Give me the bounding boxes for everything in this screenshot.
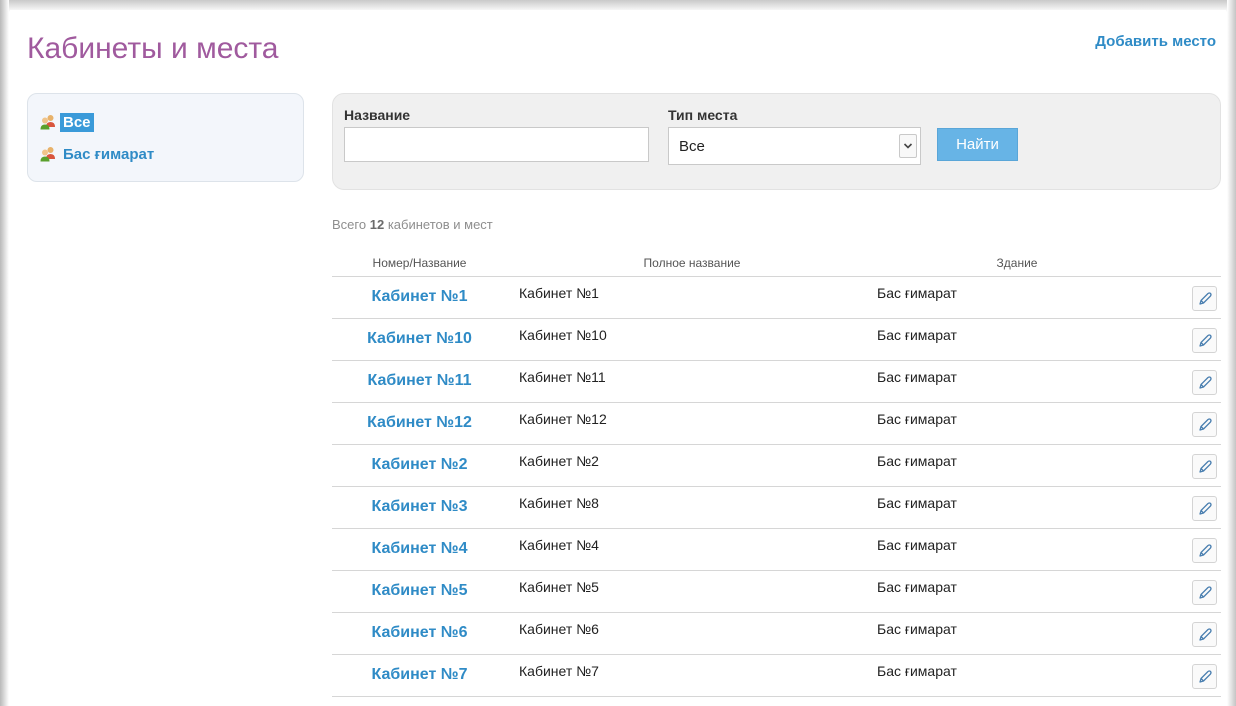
people-icon xyxy=(40,115,55,130)
column-header-building: Здание xyxy=(996,256,1038,270)
place-number-link[interactable]: Кабинет №12 xyxy=(332,414,507,432)
place-building: Бас ғимарат xyxy=(877,663,957,679)
table-row: Кабинет №2 Кабинет №2 Бас ғимарат xyxy=(332,445,1221,487)
filter-panel: Название Тип места Все Найти xyxy=(332,93,1221,190)
place-full-name: Кабинет №1 xyxy=(519,285,599,301)
page-title: Кабинеты и места xyxy=(27,32,279,65)
place-full-name: Кабинет №8 xyxy=(519,495,599,511)
place-building: Бас ғимарат xyxy=(877,369,957,385)
column-header-number: Номер/Название xyxy=(372,256,467,270)
total-count-text: Всего 12 кабинетов и мест xyxy=(332,217,493,232)
sidebar-item-label: Все xyxy=(60,112,94,132)
window-shadow-right xyxy=(1227,0,1236,706)
place-full-name: Кабинет №4 xyxy=(519,537,599,553)
place-number-link[interactable]: Кабинет №6 xyxy=(332,624,507,642)
place-building: Бас ғимарат xyxy=(877,537,957,553)
pencil-icon xyxy=(1198,459,1212,473)
table-row: Кабинет №1 Кабинет №1 Бас ғимарат xyxy=(332,277,1221,319)
name-label: Название xyxy=(344,107,411,123)
edit-button[interactable] xyxy=(1192,664,1217,689)
place-full-name: Кабинет №2 xyxy=(519,453,599,469)
total-count: 12 xyxy=(369,217,385,232)
table-row: Кабинет №11 Кабинет №11 Бас ғимарат xyxy=(332,361,1221,403)
pencil-icon xyxy=(1198,585,1212,599)
pencil-icon xyxy=(1198,375,1212,389)
edit-button[interactable] xyxy=(1192,580,1217,605)
type-select[interactable]: Все xyxy=(668,127,921,165)
place-number-link[interactable]: Кабинет №10 xyxy=(332,330,507,348)
edit-button[interactable] xyxy=(1192,496,1217,521)
place-building: Бас ғимарат xyxy=(877,411,957,427)
place-number-link[interactable]: Кабинет №2 xyxy=(332,456,507,474)
pencil-icon xyxy=(1198,501,1212,515)
edit-button[interactable] xyxy=(1192,538,1217,563)
place-full-name: Кабинет №7 xyxy=(519,663,599,679)
place-building: Бас ғимарат xyxy=(877,285,957,301)
place-number-link[interactable]: Кабинет №3 xyxy=(332,498,507,516)
table-row: Кабинет №6 Кабинет №6 Бас ғимарат xyxy=(332,613,1221,655)
edit-button[interactable] xyxy=(1192,328,1217,353)
table-row: Кабинет №7 Кабинет №7 Бас ғимарат xyxy=(332,655,1221,697)
edit-button[interactable] xyxy=(1192,370,1217,395)
place-full-name: Кабинет №11 xyxy=(519,369,606,385)
find-button[interactable]: Найти xyxy=(937,128,1018,161)
edit-button[interactable] xyxy=(1192,454,1217,479)
window-shadow-left xyxy=(0,0,9,706)
place-building: Бас ғимарат xyxy=(877,621,957,637)
table-row: Кабинет №3 Кабинет №8 Бас ғимарат xyxy=(332,487,1221,529)
place-number-link[interactable]: Кабинет №1 xyxy=(332,288,507,306)
add-place-link[interactable]: Добавить место xyxy=(1095,33,1216,50)
place-number-link[interactable]: Кабинет №5 xyxy=(332,582,507,600)
total-prefix: Всего xyxy=(332,217,367,232)
sidebar-item-all[interactable]: Все xyxy=(40,112,94,132)
place-full-name: Кабинет №5 xyxy=(519,579,599,595)
places-table: Номер/Название Полное название Здание Ка… xyxy=(332,254,1221,697)
table-row: Кабинет №10 Кабинет №10 Бас ғимарат xyxy=(332,319,1221,361)
place-full-name: Кабинет №10 xyxy=(519,327,607,343)
table-header: Номер/Название Полное название Здание xyxy=(332,254,1221,277)
edit-button[interactable] xyxy=(1192,622,1217,647)
column-header-full-name: Полное название xyxy=(643,256,741,270)
place-full-name: Кабинет №6 xyxy=(519,621,599,637)
sidebar-item-main-building[interactable]: Бас ғимарат xyxy=(40,144,157,164)
type-label: Тип места xyxy=(668,107,738,123)
sidebar-item-label: Бас ғимарат xyxy=(63,145,155,163)
name-input[interactable] xyxy=(344,127,649,162)
pencil-icon xyxy=(1198,627,1212,641)
building-sidebar: Все Бас ғимарат xyxy=(27,93,304,182)
people-icon xyxy=(40,147,55,162)
pencil-icon xyxy=(1198,543,1212,557)
edit-button[interactable] xyxy=(1192,286,1217,311)
pencil-icon xyxy=(1198,291,1212,305)
pencil-icon xyxy=(1198,669,1212,683)
table-row: Кабинет №12 Кабинет №12 Бас ғимарат xyxy=(332,403,1221,445)
place-number-link[interactable]: Кабинет №11 xyxy=(332,372,507,390)
page: Кабинеты и места Добавить место Все Бас … xyxy=(10,10,1226,706)
chevron-down-icon[interactable] xyxy=(899,134,917,158)
place-building: Бас ғимарат xyxy=(877,327,957,343)
pencil-icon xyxy=(1198,333,1212,347)
total-suffix: кабинетов и мест xyxy=(387,217,493,232)
place-number-link[interactable]: Кабинет №4 xyxy=(332,540,507,558)
pencil-icon xyxy=(1198,417,1212,431)
place-building: Бас ғимарат xyxy=(877,495,957,511)
type-select-value: Все xyxy=(679,138,705,155)
place-number-link[interactable]: Кабинет №7 xyxy=(332,666,507,684)
table-row: Кабинет №4 Кабинет №4 Бас ғимарат xyxy=(332,529,1221,571)
edit-button[interactable] xyxy=(1192,412,1217,437)
place-full-name: Кабинет №12 xyxy=(519,411,607,427)
place-building: Бас ғимарат xyxy=(877,453,957,469)
place-building: Бас ғимарат xyxy=(877,579,957,595)
table-row: Кабинет №5 Кабинет №5 Бас ғимарат xyxy=(332,571,1221,613)
